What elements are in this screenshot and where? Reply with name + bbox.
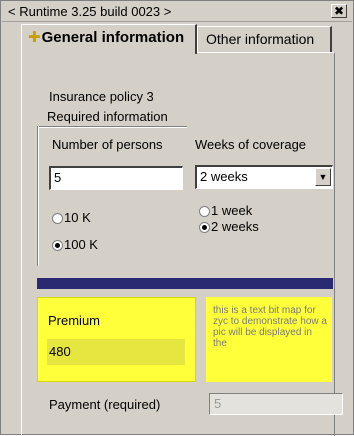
- note-bitmap: this is a text bit map for zyc to demons…: [206, 297, 332, 382]
- group-box-left-border: [37, 126, 38, 266]
- radio-100k-label: 100 K: [64, 237, 98, 252]
- persons-input-value: 5: [54, 170, 62, 185]
- radio-10k-label: 10 K: [64, 210, 91, 225]
- radio-100k[interactable]: [52, 240, 63, 251]
- payment-field: 5: [209, 393, 343, 415]
- persons-label: Number of persons: [52, 137, 163, 152]
- tab-general-information[interactable]: ✚General information: [21, 24, 197, 54]
- group-box-title: Required information: [45, 109, 170, 124]
- plus-icon: ✚: [28, 29, 41, 46]
- policy-name: Insurance policy 3: [49, 89, 154, 104]
- close-button[interactable]: ✖: [331, 4, 347, 18]
- tab-other-information[interactable]: Other information: [197, 26, 332, 52]
- premium-panel: Premium 480: [37, 297, 196, 382]
- persons-input[interactable]: 5: [49, 166, 183, 190]
- payment-label: Payment (required): [49, 397, 161, 412]
- weeks-label: Weeks of coverage: [195, 137, 307, 152]
- radio-2-weeks[interactable]: [199, 222, 210, 233]
- payment-value: 5: [214, 396, 222, 411]
- weeks-select[interactable]: 2 weeks ▼: [195, 165, 333, 189]
- divider-bar: [37, 278, 333, 289]
- radio-2-weeks-label: 2 weeks: [211, 219, 259, 234]
- note-text: this is a text bit map for zyc to demons…: [213, 305, 327, 349]
- tab-label: Other information: [206, 31, 315, 47]
- weeks-select-value: 2 weeks: [200, 169, 248, 184]
- group-box-top-border: [37, 126, 187, 127]
- radio-1-week-label: 1 week: [211, 203, 253, 218]
- radio-1-week[interactable]: [199, 206, 210, 217]
- app-window: < Runtime 3.25 build 0023 > ✖ ✚General i…: [0, 0, 354, 436]
- premium-value-field: 480: [47, 339, 185, 365]
- premium-value: 480: [49, 344, 71, 359]
- chevron-down-icon[interactable]: ▼: [315, 168, 331, 186]
- tab-label: General information: [41, 29, 185, 46]
- close-icon: ✖: [333, 4, 345, 18]
- title-bar: < Runtime 3.25 build 0023 > ✖: [2, 2, 352, 22]
- window-title: < Runtime 3.25 build 0023 >: [8, 4, 172, 19]
- radio-10k[interactable]: [52, 213, 63, 224]
- premium-label: Premium: [48, 313, 101, 328]
